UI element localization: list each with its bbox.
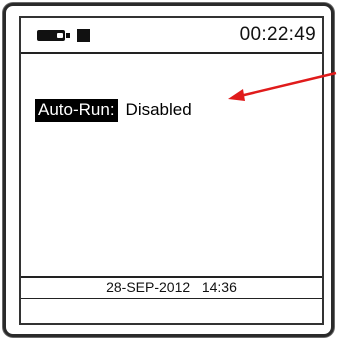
footer-datetime: 28-SEP-2012 14:36 (106, 279, 237, 295)
auto-run-setting[interactable]: Auto-Run: Disabled (35, 98, 192, 122)
battery-icon (37, 30, 70, 41)
status-bar: 00:22:49 (21, 18, 322, 54)
stop-icon (77, 29, 90, 42)
footer-divider-bottom (21, 298, 322, 299)
setting-value: Disabled (125, 100, 192, 119)
device-frame: 00:22:49 Auto-Run: Disabled 28-SEP-2012 … (3, 3, 334, 337)
device-screen: 00:22:49 Auto-Run: Disabled 28-SEP-2012 … (19, 16, 324, 325)
status-clock: 00:22:49 (239, 24, 316, 45)
setting-label: Auto-Run: (35, 98, 118, 122)
